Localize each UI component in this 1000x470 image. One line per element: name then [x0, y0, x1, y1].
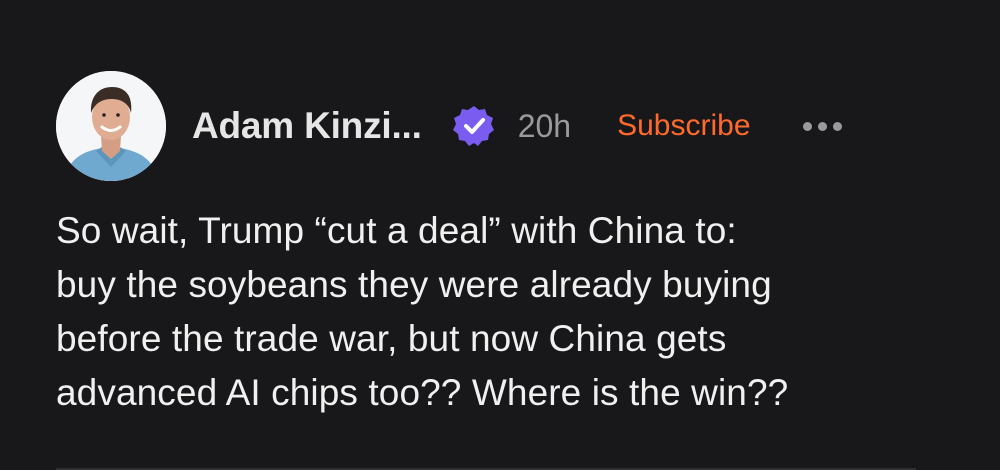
post-card: Adam Kinzi... 20h Subscribe So wait, Tru…	[0, 0, 1000, 470]
author-name[interactable]: Adam Kinzi...	[192, 105, 422, 147]
more-dot	[802, 121, 812, 131]
post-body: So wait, Trump “cut a deal” with China t…	[56, 204, 956, 420]
more-horizontal-icon[interactable]	[802, 121, 842, 131]
avatar-image	[56, 71, 166, 181]
post-text-line: So wait, Trump “cut a deal” with China t…	[56, 210, 737, 251]
avatar[interactable]	[56, 71, 166, 181]
post-text-line: advanced AI chips too?? Where is the win…	[56, 372, 789, 413]
post-text-line: before the trade war, but now China gets	[56, 318, 727, 359]
subscribe-button[interactable]: Subscribe	[617, 109, 750, 143]
more-dot	[832, 121, 842, 131]
post-text-line: buy the soybeans they were already buyin…	[56, 264, 772, 305]
more-dot	[817, 121, 827, 131]
post-timestamp[interactable]: 20h	[518, 108, 571, 145]
post-header: Adam Kinzi... 20h Subscribe	[56, 70, 960, 182]
verified-check-icon	[452, 104, 496, 148]
